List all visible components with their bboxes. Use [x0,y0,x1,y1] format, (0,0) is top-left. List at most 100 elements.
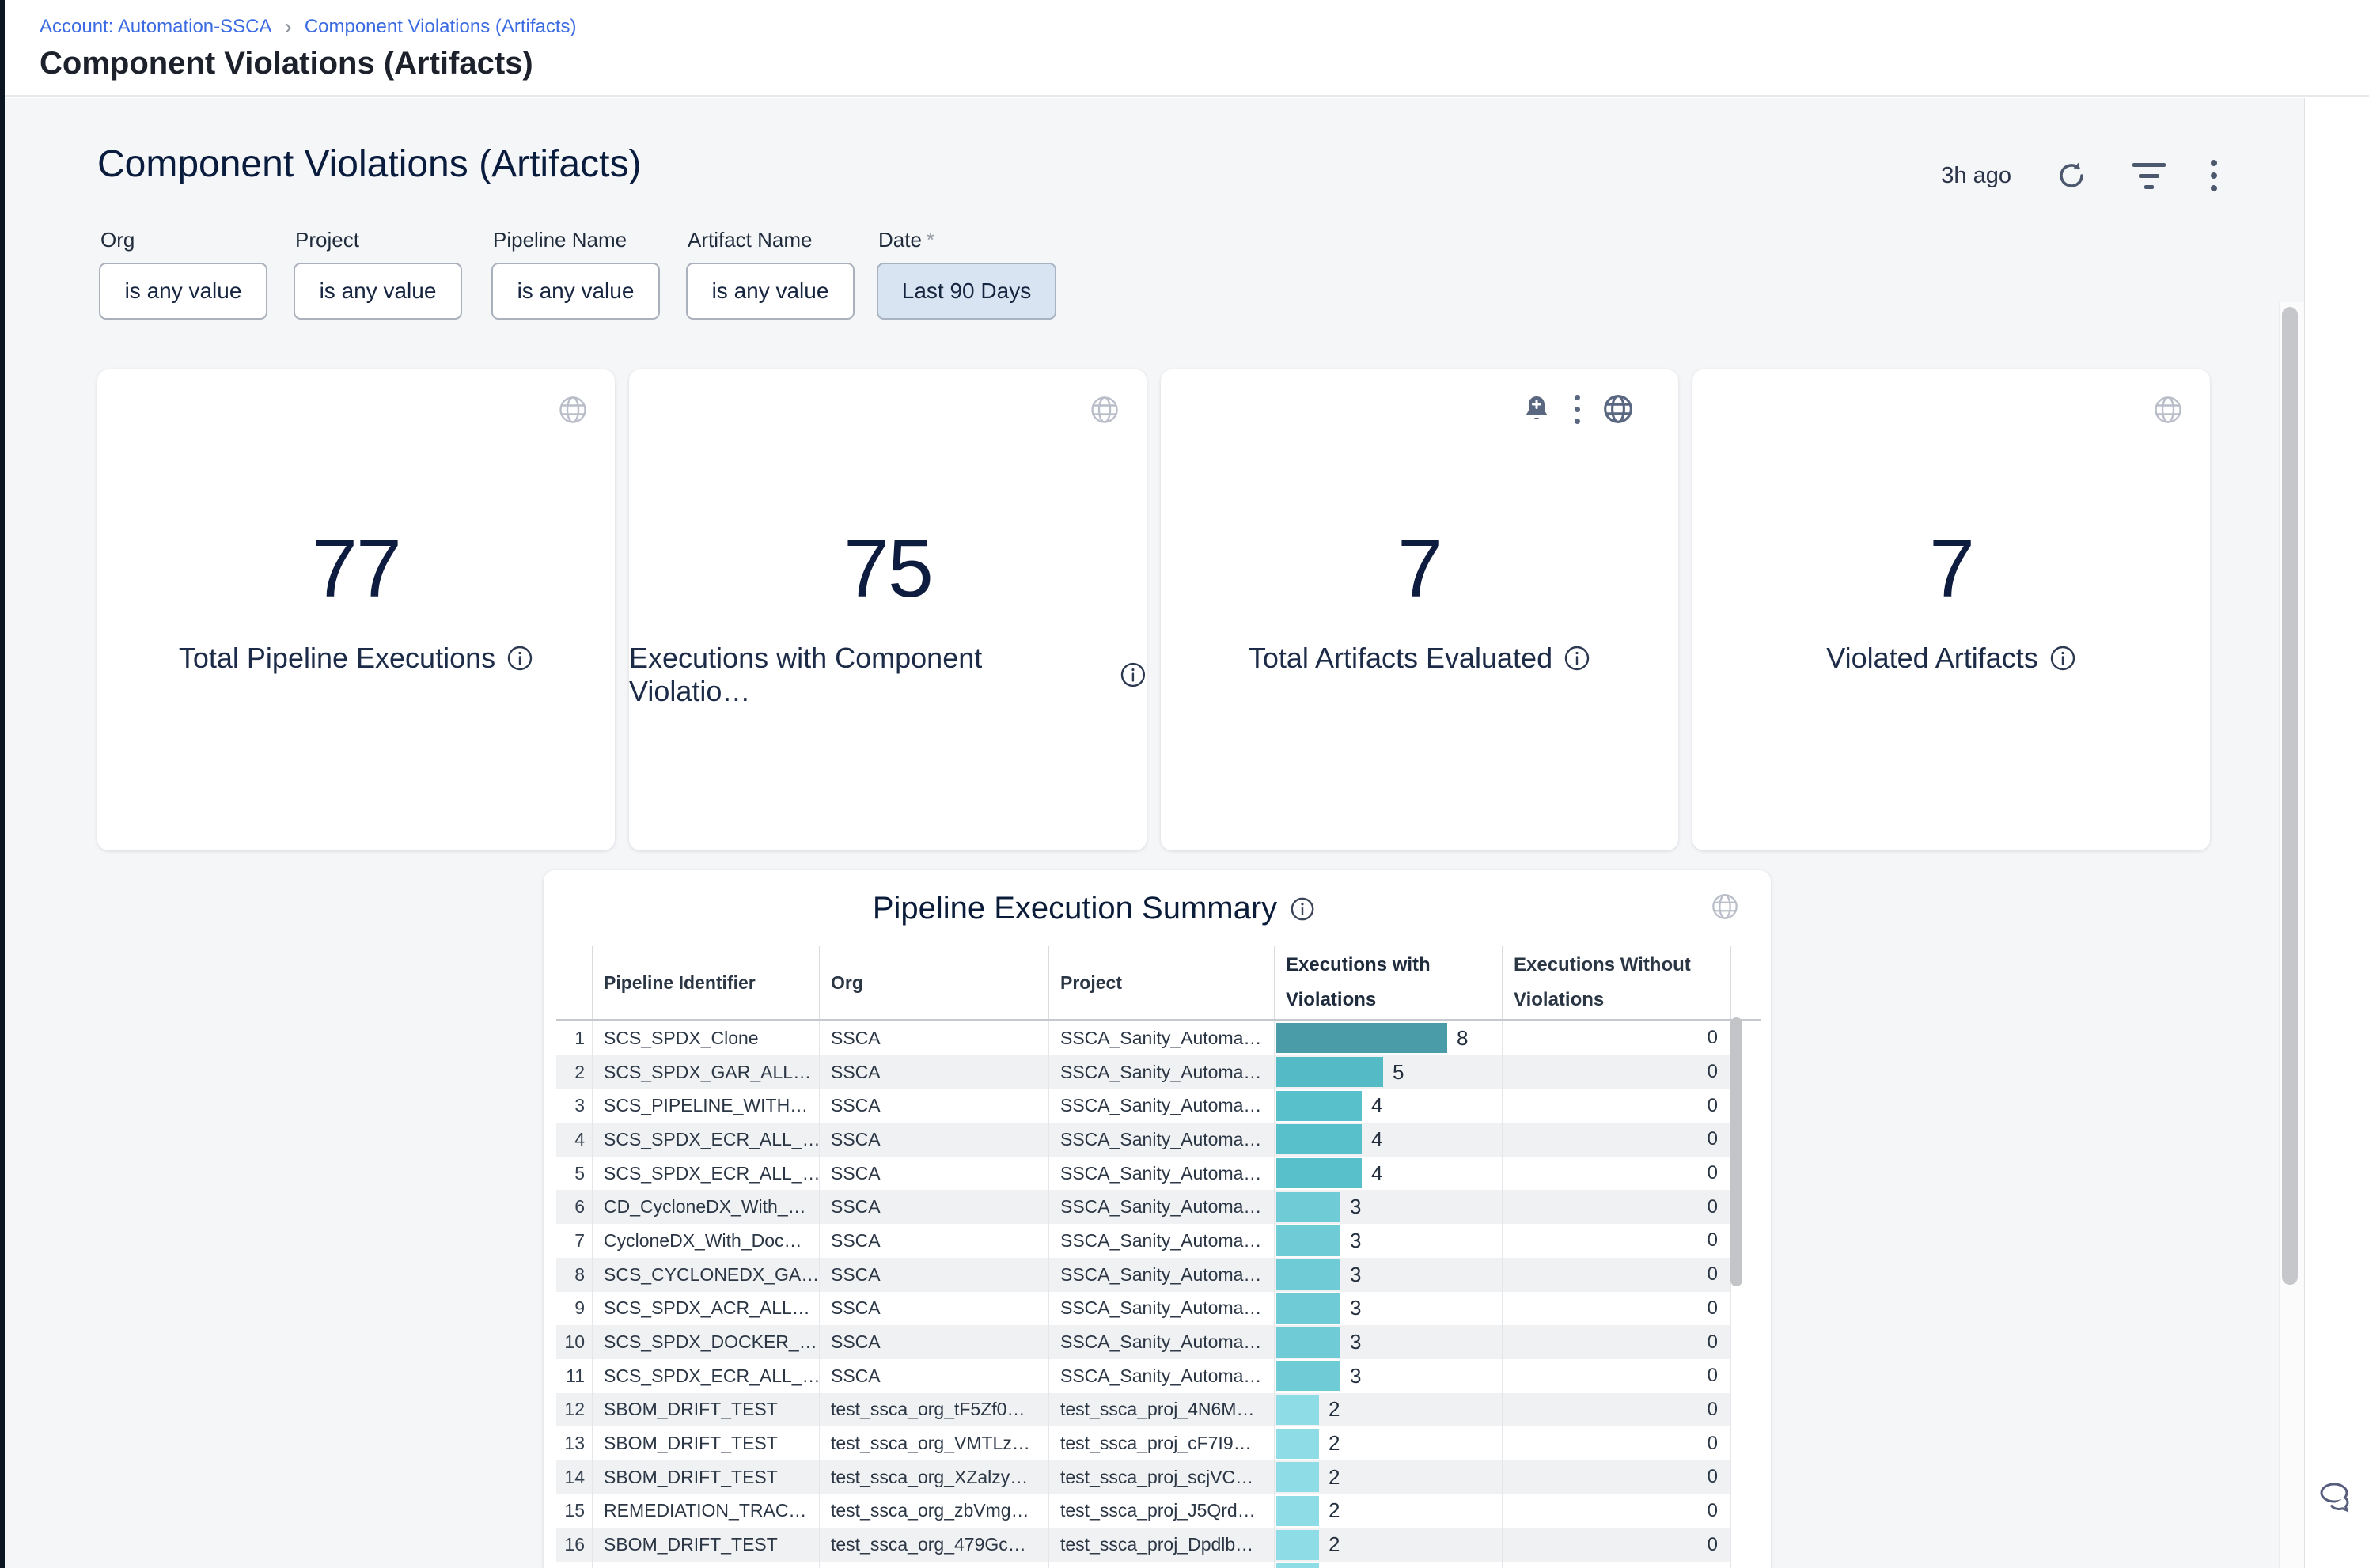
table-row[interactable]: 11 SCS_SPDX_ECR_ALL_… SSCA SSCA_Sanity_A… [556,1359,1731,1393]
table-row[interactable]: 12 SBOM_DRIFT_TEST test_ssca_org_tF5Zf0…… [556,1393,1731,1427]
pipeline-identifier-cell[interactable]: SCS_PIPELINE_WITH… [592,1089,819,1123]
violations-bar[interactable] [1276,1395,1319,1425]
org-cell[interactable]: test_ssca_org_tF5Zf0… [819,1393,1048,1427]
executions-without-violations-cell[interactable]: 0 [1502,1292,1731,1326]
org-cell[interactable]: SSCA [819,1055,1048,1089]
project-cell[interactable]: SSCA_Sanity_Automa… [1048,1258,1274,1292]
org-cell[interactable]: SSCA [819,1021,1048,1055]
org-cell[interactable]: SSCA [819,1359,1048,1393]
violations-bar[interactable] [1276,1327,1340,1358]
org-cell[interactable]: SSCA [819,1292,1048,1326]
executions-with-violations-cell[interactable]: 3 [1274,1325,1502,1359]
executions-without-violations-cell[interactable]: 0 [1502,1426,1731,1460]
executions-with-violations-cell[interactable]: 3 [1274,1258,1502,1292]
project-cell[interactable]: test_ssca_proj_4N6M… [1048,1393,1274,1427]
pipeline-identifier-cell[interactable]: REMEDIATION_TRAC… [592,1494,819,1528]
column-header-org[interactable]: Org [819,946,1048,1019]
violations-bar[interactable] [1276,1462,1319,1492]
globe-icon[interactable] [1090,395,1120,425]
executions-with-violations-cell[interactable]: 2 [1274,1528,1502,1562]
globe-icon[interactable] [1602,393,1634,425]
pipeline-identifier-cell[interactable]: SCS_SPDX_GAR_ALL… [592,1055,819,1089]
pipeline-identifier-cell[interactable]: SBOM_DRIFT_TEST [592,1426,819,1460]
executions-with-violations-cell[interactable]: 4 [1274,1157,1502,1191]
info-icon[interactable] [2049,645,2076,672]
info-icon[interactable] [1120,661,1147,688]
table-row[interactable]: 7 CycloneDX_With_Doc… SSCA SSCA_Sanity_A… [556,1224,1731,1258]
executions-with-violations-cell[interactable]: 2 [1274,1426,1502,1460]
pipeline-identifier-cell[interactable]: CycloneDX_With_Doc… [592,1224,819,1258]
violations-bar[interactable] [1276,1158,1362,1188]
filter-org-dropdown[interactable]: is any value [99,263,267,320]
executions-with-violations-cell[interactable]: 2 [1274,1393,1502,1427]
executions-without-violations-cell[interactable]: 0 [1502,1359,1731,1393]
org-cell[interactable]: test_ssca_org_479Gc… [819,1528,1048,1562]
executions-with-violations-cell[interactable]: 5 [1274,1055,1502,1089]
org-cell[interactable]: test_ssca_org_VMTLz… [819,1426,1048,1460]
executions-without-violations-cell[interactable]: 0 [1502,1055,1731,1089]
executions-without-violations-cell[interactable]: 0 [1502,1123,1731,1157]
breadcrumb-page-link[interactable]: Component Violations (Artifacts) [305,16,577,38]
pipeline-identifier-cell[interactable]: Container_Orchestrat… [592,1562,819,1568]
project-cell[interactable]: SSCA_Sanity_Automa… [1048,1055,1274,1089]
filter-date-dropdown[interactable]: Last 90 Days [877,263,1056,320]
executions-with-violations-cell[interactable]: 3 [1274,1190,1502,1224]
table-row[interactable]: 15 REMEDIATION_TRAC… test_ssca_org_zbVmg… [556,1494,1731,1528]
violations-bar[interactable] [1276,1429,1319,1459]
pipeline-identifier-cell[interactable]: SBOM_DRIFT_TEST [592,1460,819,1494]
project-cell[interactable]: SSCA_Sanity_Automa… [1048,1562,1274,1568]
executions-without-violations-cell[interactable]: 0 [1502,1157,1731,1191]
table-row[interactable]: 1 SCS_SPDX_Clone SSCA SSCA_Sanity_Automa… [556,1021,1731,1055]
dashboard-scrollbar-thumb[interactable] [2282,307,2298,1285]
org-cell[interactable]: SSCA [819,1562,1048,1568]
violations-bar[interactable] [1276,1259,1340,1290]
executions-without-violations-cell[interactable]: 0 [1502,1258,1731,1292]
pipeline-identifier-cell[interactable]: SCS_SPDX_DOCKER_… [592,1325,819,1359]
executions-with-violations-cell[interactable]: 3 [1274,1292,1502,1326]
globe-icon[interactable] [2153,395,2183,425]
project-cell[interactable]: SSCA_Sanity_Automa… [1048,1157,1274,1191]
table-row[interactable]: 16 SBOM_DRIFT_TEST test_ssca_org_479Gc… … [556,1528,1731,1562]
info-icon[interactable] [1290,896,1315,922]
project-cell[interactable]: test_ssca_proj_J5Qrd… [1048,1494,1274,1528]
table-row[interactable]: 9 SCS_SPDX_ACR_ALL… SSCA SSCA_Sanity_Aut… [556,1292,1731,1326]
table-row[interactable]: 6 CD_CycloneDX_With_… SSCA SSCA_Sanity_A… [556,1190,1731,1224]
filter-icon[interactable] [2132,163,2166,189]
project-cell[interactable]: SSCA_Sanity_Automa… [1048,1123,1274,1157]
pipeline-identifier-cell[interactable]: SCS_SPDX_Clone [592,1021,819,1055]
bell-add-icon[interactable] [1521,393,1552,425]
violations-bar[interactable] [1276,1293,1340,1324]
globe-icon[interactable] [1711,892,1739,921]
org-cell[interactable]: SSCA [819,1258,1048,1292]
table-row[interactable]: 14 SBOM_DRIFT_TEST test_ssca_org_XZalzy…… [556,1460,1731,1494]
info-icon[interactable] [506,645,533,672]
table-row[interactable]: 13 SBOM_DRIFT_TEST test_ssca_org_VMTLz… … [556,1426,1731,1460]
executions-with-violations-cell[interactable]: 2 [1274,1460,1502,1494]
org-cell[interactable]: SSCA [819,1157,1048,1191]
table-row[interactable]: 4 SCS_SPDX_ECR_ALL_… SSCA SSCA_Sanity_Au… [556,1123,1731,1157]
executions-without-violations-cell[interactable]: 0 [1502,1089,1731,1123]
pipeline-identifier-cell[interactable]: CD_CycloneDX_With_… [592,1190,819,1224]
violations-bar[interactable] [1276,1057,1383,1087]
violations-bar[interactable] [1276,1563,1319,1568]
executions-with-violations-cell[interactable]: 8 [1274,1021,1502,1055]
pipeline-identifier-cell[interactable]: SCS_SPDX_ECR_ALL_… [592,1157,819,1191]
executions-without-violations-cell[interactable]: 0 [1502,1494,1731,1528]
executions-without-violations-cell[interactable]: 0 [1502,1528,1731,1562]
filter-project-dropdown[interactable]: is any value [294,263,462,320]
pipeline-identifier-cell[interactable]: SCS_SPDX_ECR_ALL_… [592,1123,819,1157]
refresh-icon[interactable] [2056,160,2087,191]
violations-bar[interactable] [1276,1225,1340,1256]
column-header-project[interactable]: Project [1048,946,1274,1019]
table-row[interactable]: 2 SCS_SPDX_GAR_ALL… SSCA SSCA_Sanity_Aut… [556,1055,1731,1089]
project-cell[interactable]: test_ssca_proj_Dpdlb… [1048,1528,1274,1562]
table-row[interactable]: 3 SCS_PIPELINE_WITH… SSCA SSCA_Sanity_Au… [556,1089,1731,1123]
executions-without-violations-cell[interactable]: 0 [1502,1224,1731,1258]
project-cell[interactable]: SSCA_Sanity_Automa… [1048,1292,1274,1326]
pipeline-identifier-cell[interactable]: SBOM_DRIFT_TEST [592,1528,819,1562]
org-cell[interactable]: SSCA [819,1325,1048,1359]
table-row[interactable]: 8 SCS_CYCLONEDX_GA… SSCA SSCA_Sanity_Aut… [556,1258,1731,1292]
executions-without-violations-cell[interactable]: 0 [1502,1460,1731,1494]
violations-bar[interactable] [1276,1496,1319,1526]
project-cell[interactable]: SSCA_Sanity_Automa… [1048,1021,1274,1055]
